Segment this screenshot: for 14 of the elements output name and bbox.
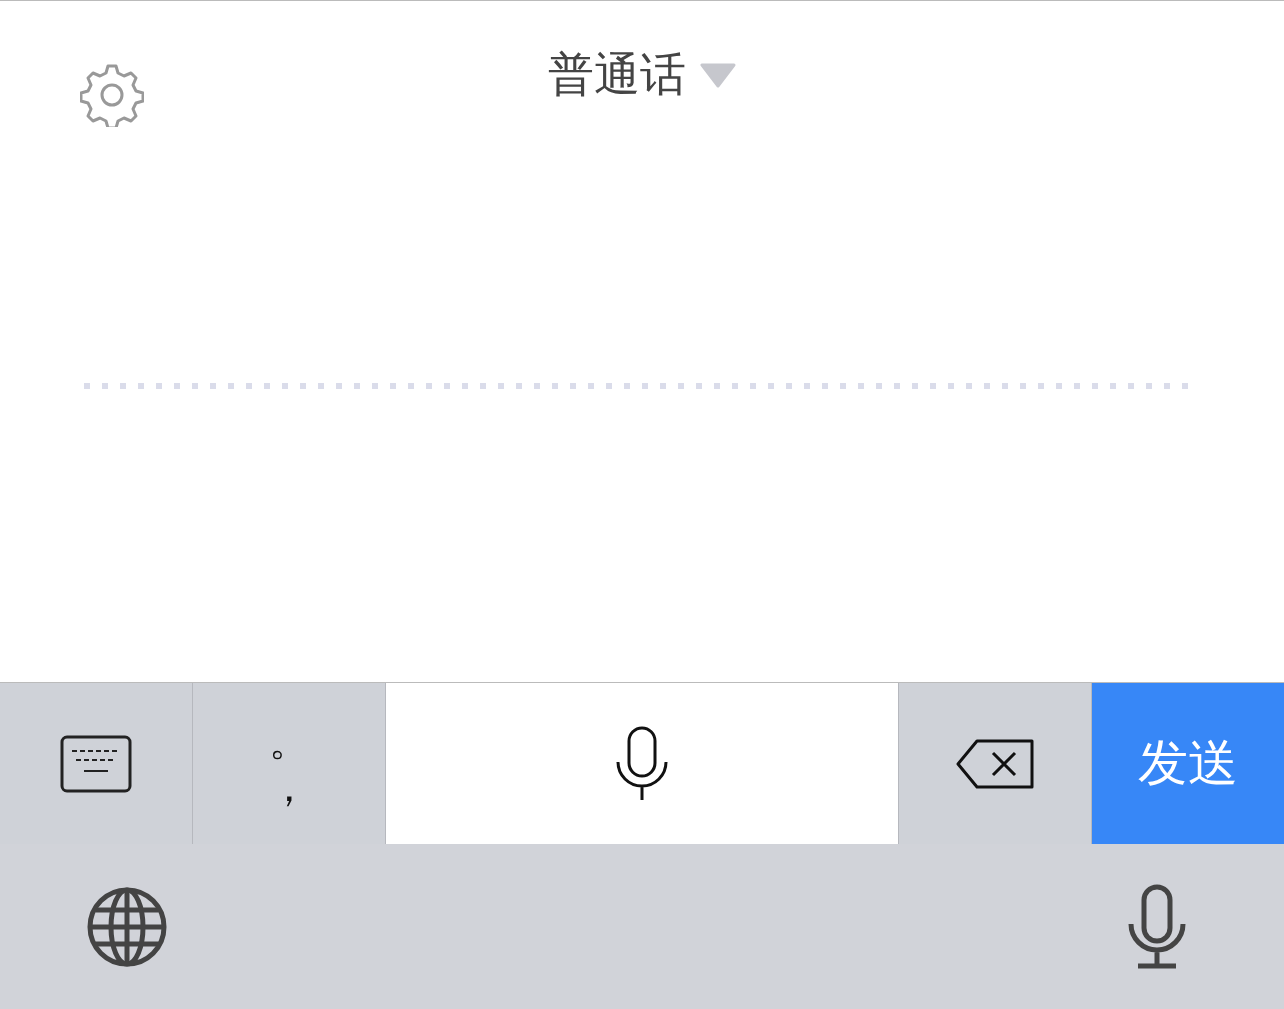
backspace-key[interactable] — [899, 683, 1093, 844]
microphone-icon[interactable] — [1128, 883, 1186, 970]
punctuation-key[interactable]: 。 ， — [192, 683, 386, 844]
punctuation-mark: 。 — [268, 717, 309, 764]
dropdown-arrow-icon — [700, 62, 736, 88]
punctuation-mark: ， — [268, 763, 309, 810]
keyboard-key[interactable] — [0, 683, 193, 844]
language-selector[interactable]: 普通话 — [548, 44, 736, 106]
send-button[interactable]: 发送 — [1092, 683, 1284, 844]
keyboard-icon — [59, 734, 132, 793]
backspace-icon — [955, 737, 1036, 790]
globe-icon[interactable] — [86, 885, 168, 968]
microphone-icon — [615, 725, 669, 802]
settings-icon[interactable] — [80, 63, 144, 127]
